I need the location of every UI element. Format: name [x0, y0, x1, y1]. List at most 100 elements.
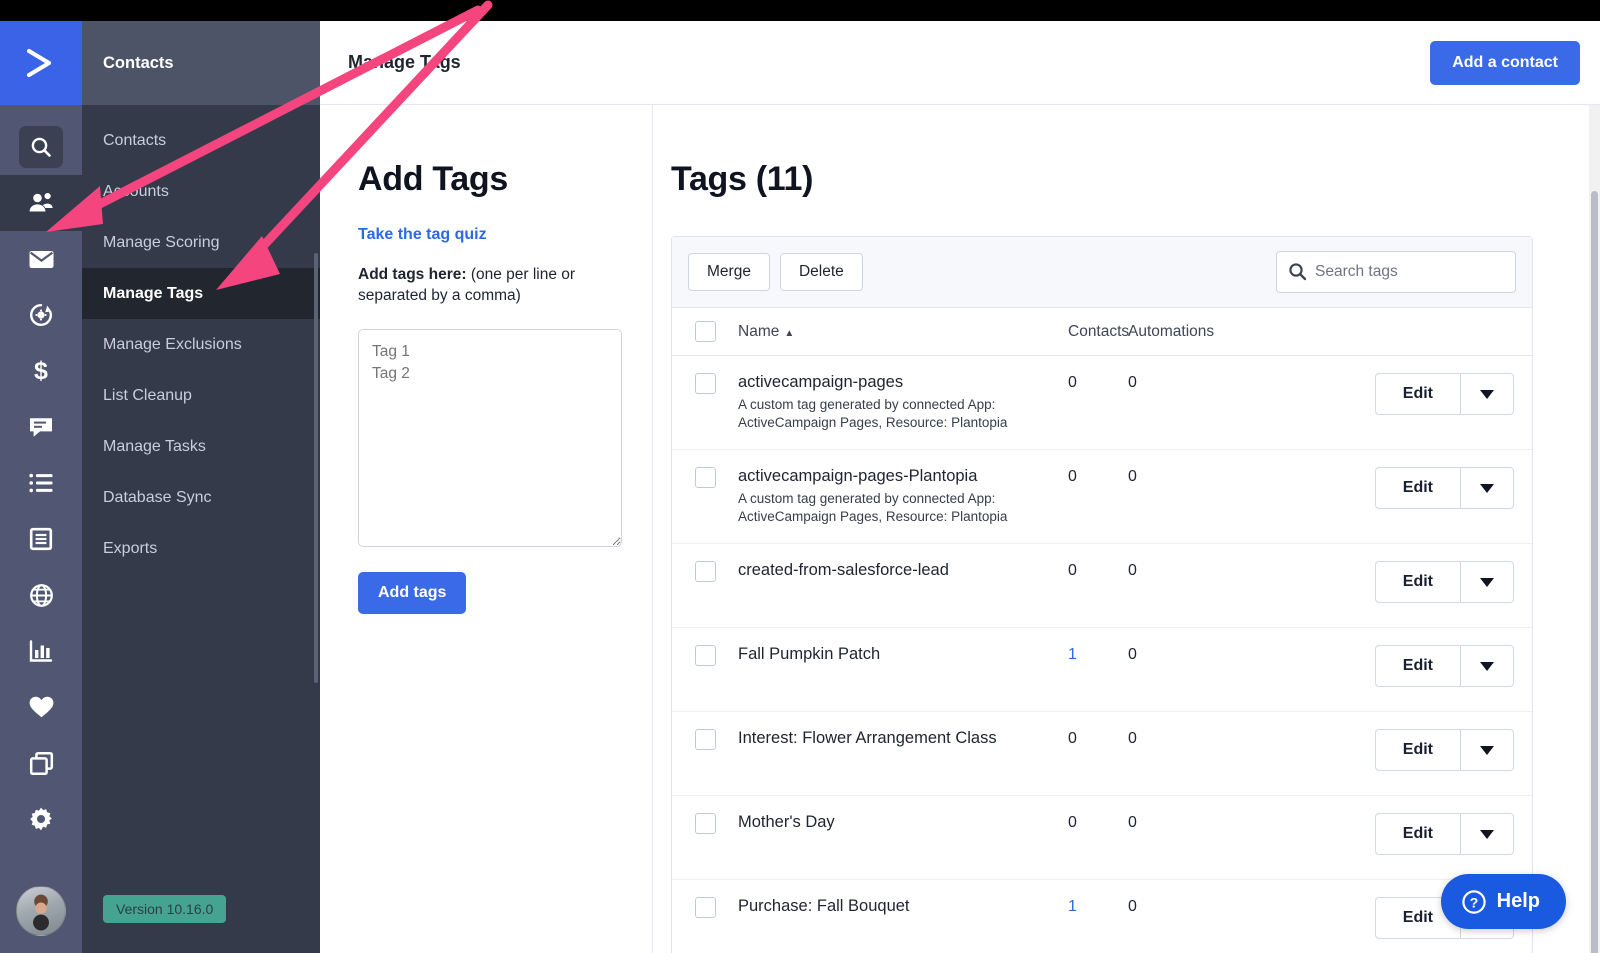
tag-name[interactable]: activecampaign-pages-Plantopia: [738, 467, 1068, 487]
row-checkbox[interactable]: [695, 467, 716, 488]
tag-name[interactable]: Interest: Flower Arrangement Class: [738, 729, 1068, 749]
edit-split-button: Edit: [1375, 561, 1514, 603]
search-tags-input[interactable]: [1276, 251, 1516, 293]
row-select-cell: [672, 729, 738, 750]
merge-button[interactable]: Merge: [688, 253, 770, 291]
reports-chart-icon[interactable]: [0, 623, 82, 679]
select-all-checkbox[interactable]: [695, 321, 716, 342]
search-icon[interactable]: [0, 119, 82, 175]
edit-button[interactable]: Edit: [1375, 467, 1460, 509]
avatar[interactable]: [0, 869, 82, 953]
table-row: activecampaign-pagesA custom tag generat…: [672, 356, 1532, 450]
edit-button[interactable]: Edit: [1375, 813, 1460, 855]
row-checkbox[interactable]: [695, 897, 716, 918]
search-tags-wrap: [1276, 251, 1516, 293]
column-header-name[interactable]: Name ▲: [738, 323, 1068, 341]
tag-automations-count: 0: [1128, 561, 1248, 580]
chevron-down-icon[interactable]: [1460, 813, 1514, 855]
row-actions-cell: Edit: [1248, 729, 1532, 771]
page-scrollbar-thumb[interactable]: [1591, 191, 1598, 953]
edit-button[interactable]: Edit: [1375, 561, 1460, 603]
edit-button[interactable]: Edit: [1375, 373, 1460, 415]
subnav-section-title: Contacts: [82, 21, 320, 105]
email-icon[interactable]: [0, 231, 82, 287]
favorites-heart-icon[interactable]: [0, 679, 82, 735]
tag-name[interactable]: Purchase: Fall Bouquet: [738, 897, 1068, 917]
sidebar-item-manage-exclusions[interactable]: Manage Exclusions: [82, 319, 320, 370]
select-all-cell: [672, 321, 738, 342]
tag-name[interactable]: Mother's Day: [738, 813, 1068, 833]
chevron-down-icon[interactable]: [1460, 467, 1514, 509]
row-actions-cell: Edit: [1248, 645, 1532, 687]
add-contact-button[interactable]: Add a contact: [1430, 41, 1580, 85]
question-circle-icon: ?: [1461, 889, 1487, 915]
tag-name-cell: created-from-salesforce-lead: [738, 561, 1068, 581]
tag-name-cell: activecampaign-pagesA custom tag generat…: [738, 373, 1068, 432]
table-row: activecampaign-pages-PlantopiaA custom t…: [672, 450, 1532, 544]
edit-button[interactable]: Edit: [1375, 645, 1460, 687]
edit-button[interactable]: Edit: [1375, 729, 1460, 771]
sidebar-item-exports[interactable]: Exports: [82, 523, 320, 574]
website-globe-icon[interactable]: [0, 567, 82, 623]
pages-copy-icon[interactable]: [0, 735, 82, 791]
tag-name[interactable]: created-from-salesforce-lead: [738, 561, 1068, 581]
add-tags-hint-bold: Add tags here:: [358, 266, 467, 283]
tag-contacts-count: 0: [1068, 813, 1128, 832]
contacts-icon[interactable]: [0, 175, 82, 231]
column-header-contacts[interactable]: Contacts: [1068, 323, 1128, 341]
version-badge: Version 10.16.0: [103, 895, 226, 923]
deals-dollar-icon[interactable]: $: [0, 343, 82, 399]
chevron-down-icon[interactable]: [1460, 373, 1514, 415]
tag-contacts-count[interactable]: 1: [1068, 897, 1128, 916]
search-icon: [1288, 262, 1307, 286]
tag-name-cell: activecampaign-pages-PlantopiaA custom t…: [738, 467, 1068, 526]
table-row: Purchase: Fall Bouquet10Edit: [672, 880, 1532, 953]
sidebar-item-manage-tags[interactable]: Manage Tags: [82, 268, 320, 319]
tag-quiz-link[interactable]: Take the tag quiz: [358, 226, 618, 244]
chevron-down-icon[interactable]: [1460, 645, 1514, 687]
add-tags-button[interactable]: Add tags: [358, 572, 466, 614]
sidebar-item-accounts[interactable]: Accounts: [82, 166, 320, 217]
subnav-scrollbar[interactable]: [314, 253, 318, 683]
tag-name[interactable]: activecampaign-pages: [738, 373, 1068, 393]
row-checkbox[interactable]: [695, 645, 716, 666]
rail-icon-list: $: [0, 105, 82, 869]
tags-table-card: Merge Delete: [671, 236, 1533, 953]
sidebar-item-list-cleanup[interactable]: List Cleanup: [82, 370, 320, 421]
help-button[interactable]: ? Help: [1441, 874, 1566, 929]
sidebar-item-database-sync[interactable]: Database Sync: [82, 472, 320, 523]
forms-icon[interactable]: [0, 511, 82, 567]
sidebar-item-contacts[interactable]: Contacts: [82, 115, 320, 166]
delete-button[interactable]: Delete: [780, 253, 863, 291]
page-header: Manage Tags Add a contact: [320, 21, 1600, 105]
row-checkbox[interactable]: [695, 729, 716, 750]
top-black-bar: [0, 0, 1600, 21]
row-checkbox[interactable]: [695, 373, 716, 394]
automations-icon[interactable]: [0, 287, 82, 343]
sort-ascending-icon: ▲: [784, 328, 794, 339]
edit-split-button: Edit: [1375, 729, 1514, 771]
row-checkbox[interactable]: [695, 813, 716, 834]
tags-input[interactable]: [358, 329, 622, 547]
tag-contacts-count[interactable]: 1: [1068, 645, 1128, 664]
tag-name[interactable]: Fall Pumpkin Patch: [738, 645, 1068, 665]
app-window: $: [0, 21, 1600, 953]
row-select-cell: [672, 561, 738, 582]
table-row: Fall Pumpkin Patch10Edit: [672, 628, 1532, 712]
row-checkbox[interactable]: [695, 561, 716, 582]
lists-icon[interactable]: [0, 455, 82, 511]
sidebar-item-manage-tasks[interactable]: Manage Tasks: [82, 421, 320, 472]
conversations-icon[interactable]: [0, 399, 82, 455]
tags-heading: Tags (11): [671, 160, 1552, 199]
activecampaign-logo-icon[interactable]: [0, 21, 82, 105]
screen-root: $: [0, 0, 1600, 953]
primary-icon-rail: $: [0, 21, 82, 953]
tag-name-cell: Interest: Flower Arrangement Class: [738, 729, 1068, 749]
tag-name-cell: Fall Pumpkin Patch: [738, 645, 1068, 665]
chevron-down-icon[interactable]: [1460, 729, 1514, 771]
column-header-automations[interactable]: Automations: [1128, 323, 1248, 341]
settings-gear-icon[interactable]: [0, 791, 82, 847]
chevron-down-icon[interactable]: [1460, 561, 1514, 603]
sidebar-item-manage-scoring[interactable]: Manage Scoring: [82, 217, 320, 268]
column-header-name-label: Name: [738, 323, 779, 340]
